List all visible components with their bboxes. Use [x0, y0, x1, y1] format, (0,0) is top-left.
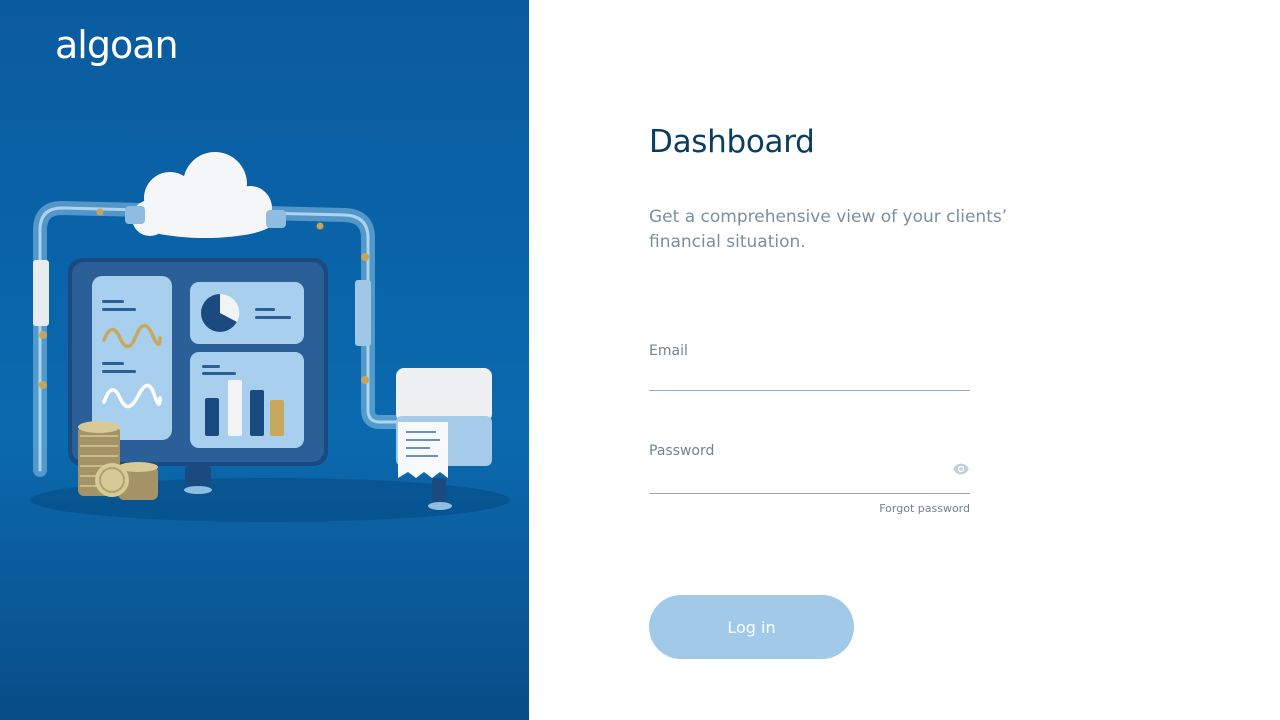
dashboard-illustration [30, 152, 510, 522]
password-field-group: Password [649, 443, 970, 494]
hero-panel: algoan [0, 0, 529, 720]
email-input[interactable] [649, 365, 970, 391]
algoan-logo: algoan [55, 23, 179, 67]
eye-icon[interactable] [952, 460, 970, 478]
password-input[interactable] [649, 465, 970, 494]
page-title: Dashboard [649, 124, 815, 160]
password-label: Password [649, 443, 715, 459]
email-field-group: Email [649, 343, 970, 391]
email-label: Email [649, 343, 688, 359]
login-button[interactable]: Log in [649, 595, 854, 659]
login-panel: Dashboard Get a comprehensive view of yo… [529, 0, 1280, 720]
forgot-password-link[interactable]: Forgot password [649, 502, 970, 515]
page-subtitle: Get a comprehensive view of your clients… [649, 207, 1008, 252]
login-page: algoan Dashboard Get a comprehensive vie… [0, 0, 1280, 720]
